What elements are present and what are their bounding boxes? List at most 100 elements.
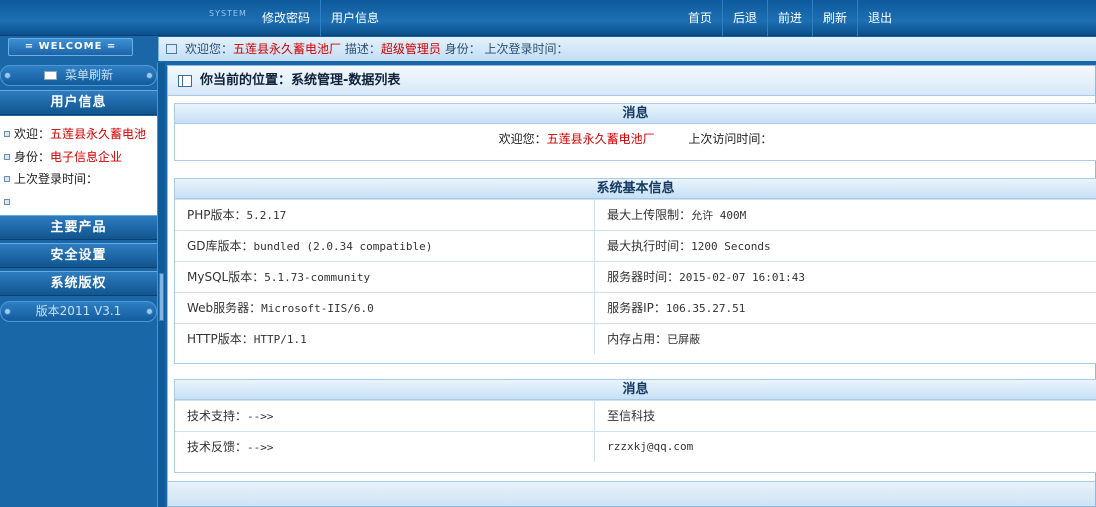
cell-key: 服务器IP： [607,301,666,315]
left-dot-icon [4,308,11,315]
cell-value: 允许 400M [691,209,747,222]
support-email: rzzxkj@qq.com [607,440,694,453]
cell-value: -->> [247,410,274,423]
info-icon [166,44,177,54]
left-dot-icon [4,72,11,79]
cell-key: PHP版本： [187,208,247,222]
mail-icon [43,71,57,80]
version-button[interactable]: 版本2011 V3.1 [0,301,157,322]
welcome-info-bar: 欢迎您：五莲县永久蓄电池厂 描述：超级管理员 身份： 上次登录时间： [158,37,1096,61]
top-left-nav: 修改密码 用户信息 [252,0,389,36]
cell-value: HTTP/1.1 [253,333,307,346]
user-line-identity: 身份：电子信息企业 [0,146,157,169]
sidebar-section-security[interactable]: 安全设置 [0,243,157,268]
top-navigation-bar: SYSTEM 修改密码 用户信息 首页 后退 前进 刷新 退出 [0,0,1096,36]
user-line-value: 五莲县永久蓄电池 [50,127,147,141]
table-row: PHP版本：5.2.17 最大上传限制：允许 400M [175,199,1096,230]
table-cell: 内存占用：已屏蔽 [594,324,1096,354]
cell-key: 服务器时间： [607,270,680,284]
infobar-desc-label: 描述： [341,42,381,56]
user-line-value: 电子信息企业 [50,149,123,164]
table-cell: 服务器时间：2015-02-07 16:01:43 [594,262,1096,292]
system-info-box: 系统基本信息 PHP版本：5.2.17 最大上传限制：允许 400M GD库版本… [174,178,1096,364]
sidebar-section-user-info[interactable]: 用户信息 [0,90,157,115]
bullet-icon [4,153,10,160]
window-icon [178,75,192,87]
main-content: 你当前的位置：系统管理-数据列表 消息 欢迎您：五莲县永久蓄电池厂 上次访问时间… [167,65,1096,507]
cell-key: 技术反馈： [187,440,248,454]
table-cell: 服务器IP：106.35.27.51 [594,293,1096,323]
forward-link[interactable]: 前进 [767,0,812,36]
sidebar-splitter[interactable] [157,63,165,507]
user-line-label: 上次登录时间： [14,172,99,186]
user-info-link[interactable]: 用户信息 [320,0,389,36]
breadcrumb: 你当前的位置：系统管理-数据列表 [168,66,1095,96]
splitter-grip[interactable] [159,273,164,321]
right-dot-icon [146,72,153,79]
cell-value: 已屏蔽 [667,333,701,346]
table-cell: 至信科技 [594,401,1096,431]
table-cell: 最大上传限制：允许 400M [594,200,1096,230]
table-cell: 最大执行时间：1200 Seconds [594,231,1096,261]
menu-refresh-button[interactable]: 菜单刷新 [0,65,157,86]
version-label: 版本2011 V3.1 [35,304,122,318]
support-box-title: 消息 [175,380,1096,400]
cell-key: 技术支持： [187,409,248,423]
cell-value: bundled (2.0.34 compatible) [253,240,433,253]
cell-value: 2015-02-07 16:01:43 [679,271,805,284]
system-tag: SYSTEM [209,9,247,18]
table-cell: PHP版本：5.2.17 [175,200,594,230]
sidebar: 菜单刷新 用户信息 欢迎：五莲县永久蓄电池 身份：电子信息企业 上次登录时间： … [0,63,157,507]
breadcrumb-text: 你当前的位置：系统管理-数据列表 [200,73,401,88]
cell-key: Web服务器： [187,301,262,315]
table-row: 技术支持：-->> 至信科技 [175,400,1096,431]
sidebar-section-copyright[interactable]: 系统版权 [0,271,157,296]
table-row: MySQL版本：5.1.73-community 服务器时间：2015-02-0… [175,261,1096,292]
welcome-badge: = WELCOME = [8,38,133,56]
menu-refresh-label: 菜单刷新 [64,68,113,82]
sidebar-section-products[interactable]: 主要产品 [0,215,157,240]
table-cell: Web服务器：Microsoft-IIS/6.0 [175,293,594,323]
cell-key: HTTP版本： [187,332,254,346]
cell-key: 最大执行时间： [607,239,692,253]
home-link[interactable]: 首页 [678,0,722,36]
cell-key: 最大上传限制： [607,208,692,222]
cell-key: MySQL版本： [187,270,265,284]
infobar-company: 五莲县永久蓄电池厂 [233,42,342,56]
table-row: 技术反馈：-->> rzzxkj@qq.com [175,431,1096,462]
message-company: 五莲县永久蓄电池厂 [546,132,655,146]
table-cell: MySQL版本：5.1.73-community [175,262,594,292]
cell-key: GD库版本： [187,239,254,253]
user-line-last-login: 上次登录时间： [0,168,157,191]
cell-value: -->> [247,441,274,454]
message-row: 欢迎您：五莲县永久蓄电池厂 上次访问时间： [175,124,1096,155]
message-box-title: 消息 [175,104,1096,124]
infobar-greet: 欢迎您： [185,42,234,56]
cell-value: 5.2.17 [246,209,287,222]
infobar-rest: 身份： 上次登录时间： [440,42,569,56]
message-box: 消息 欢迎您：五莲县永久蓄电池厂 上次访问时间： [174,103,1096,161]
bullet-icon [4,198,10,205]
table-cell: 技术支持：-->> [175,401,594,431]
change-password-link[interactable]: 修改密码 [252,0,320,36]
logout-link[interactable]: 退出 [857,0,902,36]
back-link[interactable]: 后退 [722,0,767,36]
support-box: 消息 技术支持：-->> 至信科技 技术反馈：-->> rzzxkj@qq.co… [174,379,1096,473]
right-dot-icon [146,308,153,315]
cell-key: 内存占用： [607,332,668,346]
table-cell: 技术反馈：-->> [175,432,594,462]
cell-value: 1200 Seconds [691,240,771,253]
table-cell: HTTP版本：HTTP/1.1 [175,324,594,354]
table-cell: GD库版本：bundled (2.0.34 compatible) [175,231,594,261]
table-row: Web服务器：Microsoft-IIS/6.0 服务器IP：106.35.27… [175,292,1096,323]
cell-value: Microsoft-IIS/6.0 [261,302,374,315]
cell-value: 106.35.27.51 [665,302,746,315]
support-company: 至信科技 [607,409,656,423]
message-greet: 欢迎您： [498,132,547,146]
user-line-label: 欢迎： [14,127,51,141]
bullet-icon [4,176,10,182]
cell-value: 5.1.73-community [264,271,371,284]
footer-strip [168,481,1095,506]
refresh-link[interactable]: 刷新 [812,0,857,36]
user-line-empty [0,191,157,214]
